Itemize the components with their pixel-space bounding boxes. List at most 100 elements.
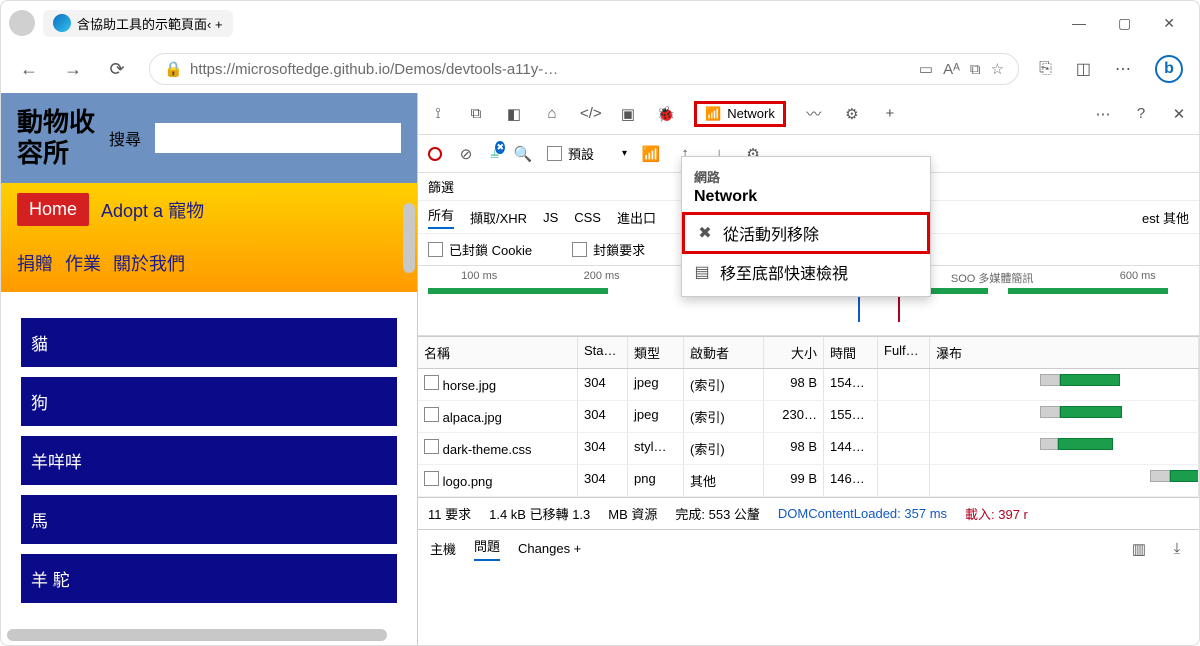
clear-button[interactable]: ⊘ xyxy=(456,145,476,163)
tab-context-menu: 網路 Network ✖ 從活動列移除 ▤ 移至底部快速檢視 xyxy=(681,156,931,297)
filter-all[interactable]: 所有 xyxy=(428,205,454,229)
filter-toggle[interactable]: ⫨ xyxy=(490,145,499,163)
nav-donate[interactable]: 捐贈 xyxy=(17,250,53,276)
nav-jobs[interactable]: 作業 xyxy=(65,250,101,276)
col-size[interactable]: 大小 xyxy=(764,337,824,368)
device-icon[interactable]: ⧉ xyxy=(466,105,486,122)
table-row[interactable]: logo.png 304 png 其他 99 B 146… xyxy=(418,465,1199,497)
summary-resources: MB 資源 xyxy=(608,504,657,523)
page-scrollbar-vertical[interactable] xyxy=(403,203,415,273)
collections-icon[interactable]: ⎘ xyxy=(1039,60,1052,78)
drawer-issues[interactable]: 問題 xyxy=(474,536,500,561)
browser-more-icon[interactable]: ⋯ xyxy=(1115,59,1131,79)
blocked-requests-checkbox[interactable]: 封鎖要求 xyxy=(572,240,645,259)
ctx-remove-from-activity-bar[interactable]: ✖ 從活動列移除 xyxy=(682,212,930,254)
page-nav: Home Adopt a 寵物 捐贈 作業 關於我們 xyxy=(1,183,417,292)
table-row[interactable]: alpaca.jpg 304 jpeg (索引) 230… 155… xyxy=(418,401,1199,433)
dock-icon[interactable]: ◧ xyxy=(504,105,524,123)
summary-requests: 11 要求 xyxy=(428,504,471,523)
list-item[interactable]: 羊 駝 xyxy=(21,554,397,603)
animal-list: 貓 狗 羊咩咩 馬 羊 駝 xyxy=(1,292,417,629)
preserve-log-checkbox[interactable]: 預設 xyxy=(547,144,594,163)
devtools-close-icon[interactable]: ✕ xyxy=(1169,105,1189,123)
throttle-caret[interactable]: ▾ xyxy=(622,148,627,159)
address-bar-row: ← → ⟳ 🔒 https://microsoftedge.github.io/… xyxy=(1,45,1199,93)
filter-label[interactable]: 篩選 xyxy=(428,180,454,195)
drawer-changes[interactable]: Changes + xyxy=(518,541,581,556)
ctx-title: Network xyxy=(682,188,930,212)
list-item[interactable]: 羊咩咩 xyxy=(21,436,397,485)
col-time[interactable]: 時間 xyxy=(824,337,878,368)
sources-icon[interactable]: 🐞 xyxy=(656,105,676,123)
search-label: 搜尋 xyxy=(109,126,141,150)
elements-icon[interactable]: </> xyxy=(580,105,600,122)
col-initiator[interactable]: 啟動者 xyxy=(684,337,764,368)
tab-network[interactable]: 📶 Network xyxy=(694,101,786,127)
search-icon[interactable]: 🔍 xyxy=(513,145,533,163)
window-minimize[interactable]: — xyxy=(1072,15,1086,32)
performance-icon[interactable]: 〰 xyxy=(804,103,824,124)
url-bar[interactable]: 🔒 https://microsoftedge.github.io/Demos/… xyxy=(149,53,1019,85)
page-scrollbar-horizontal[interactable] xyxy=(7,629,387,641)
ctx-move-to-bottom[interactable]: ▤ 移至底部快速檢視 xyxy=(682,254,930,290)
drawer-layout-icon[interactable]: ▥ xyxy=(1129,540,1149,558)
network-conditions-icon[interactable]: 📶 xyxy=(641,145,661,163)
network-grid-body: horse.jpg 304 jpeg (索引) 98 B 154… alpaca… xyxy=(418,369,1199,497)
inspect-icon[interactable]: ⟟ xyxy=(428,105,448,122)
split-screen-icon[interactable]: ◫ xyxy=(1076,59,1091,79)
network-grid-header: 名稱 Sta… 類型 啟動者 大小 時間 Fulf… 瀑布 xyxy=(418,336,1199,369)
add-tab-icon[interactable]: + xyxy=(880,105,900,122)
search-input[interactable] xyxy=(155,123,401,153)
devtools-more-icon[interactable]: ⋯ xyxy=(1093,105,1113,123)
filter-trailing[interactable]: est 其他 xyxy=(1142,208,1189,227)
summary-transferred: 1.4 kB 已移轉 1.3 xyxy=(489,504,590,523)
nav-about[interactable]: 關於我們 xyxy=(113,250,185,276)
wifi-icon: 📶 xyxy=(705,106,721,122)
drawer-console[interactable]: 主機 xyxy=(430,539,456,558)
bing-button[interactable]: b xyxy=(1155,55,1183,83)
nav-adopt[interactable]: Adopt a 寵物 xyxy=(101,197,204,223)
help-icon[interactable]: ? xyxy=(1131,105,1151,122)
table-row[interactable]: horse.jpg 304 jpeg (索引) 98 B 154… xyxy=(418,369,1199,401)
list-item[interactable]: 馬 xyxy=(21,495,397,544)
blocked-cookies-checkbox[interactable]: 已封鎖 Cookie xyxy=(428,240,532,259)
page-title: 動物收容所 xyxy=(17,107,95,169)
nav-reload[interactable]: ⟳ xyxy=(105,59,129,80)
col-fulfilled[interactable]: Fulf… xyxy=(878,337,930,368)
welcome-icon[interactable]: ⌂ xyxy=(542,105,562,122)
nav-back[interactable]: ← xyxy=(17,59,41,80)
favorite-star-icon[interactable]: ☆ xyxy=(991,60,1004,78)
network-summary: 11 要求 1.4 kB 已移轉 1.3 MB 資源 完成: 553 公釐 DO… xyxy=(418,497,1199,529)
browser-tab[interactable]: 含協助工具的示範頁面‹ + xyxy=(43,10,233,37)
memory-icon[interactable]: ⚙ xyxy=(842,105,862,123)
unpin-icon: ✖ xyxy=(697,223,713,243)
devtools-tabstrip: ⟟ ⧉ ◧ ⌂ </> ▣ 🐞 📶 Network 〰 ⚙ + ⋯ ? ✕ xyxy=(418,93,1199,135)
list-item[interactable]: 貓 xyxy=(21,318,397,367)
filter-css[interactable]: CSS xyxy=(574,210,601,225)
profile-avatar[interactable] xyxy=(9,10,35,36)
table-row[interactable]: dark-theme.css 304 styl… (索引) 98 B 144… xyxy=(418,433,1199,465)
app-install-icon[interactable]: ▭ xyxy=(919,60,933,78)
console-icon[interactable]: ▣ xyxy=(618,105,638,123)
titlebar: 含協助工具的示範頁面‹ + — ▢ ✕ xyxy=(1,1,1199,45)
filter-js[interactable]: JS xyxy=(543,210,558,225)
filter-fetch[interactable]: 擷取/XHR xyxy=(470,208,527,227)
window-maximize[interactable]: ▢ xyxy=(1118,15,1131,32)
col-type[interactable]: 類型 xyxy=(628,337,684,368)
edge-favicon xyxy=(53,14,71,32)
col-waterfall[interactable]: 瀑布 xyxy=(930,337,1199,368)
nav-home[interactable]: Home xyxy=(17,193,89,226)
drawer-expand-icon[interactable]: ⤓ xyxy=(1167,540,1187,557)
add-favorite-icon[interactable]: ⧉ xyxy=(970,61,981,78)
tab-title: 含協助工具的示範頁面‹ + xyxy=(77,14,223,33)
nav-forward[interactable]: → xyxy=(61,59,85,80)
record-button[interactable] xyxy=(428,147,442,161)
window-close[interactable]: ✕ xyxy=(1163,15,1175,32)
filter-img[interactable]: 進出口 xyxy=(617,208,656,227)
list-item[interactable]: 狗 xyxy=(21,377,397,426)
ctx-heading: 網路 xyxy=(682,163,930,188)
read-aloud-icon[interactable]: Aᴬ xyxy=(943,61,960,78)
col-name[interactable]: 名稱 xyxy=(418,337,578,368)
url-text: https://microsoftedge.github.io/Demos/de… xyxy=(190,61,558,78)
col-status[interactable]: Sta… xyxy=(578,337,628,368)
